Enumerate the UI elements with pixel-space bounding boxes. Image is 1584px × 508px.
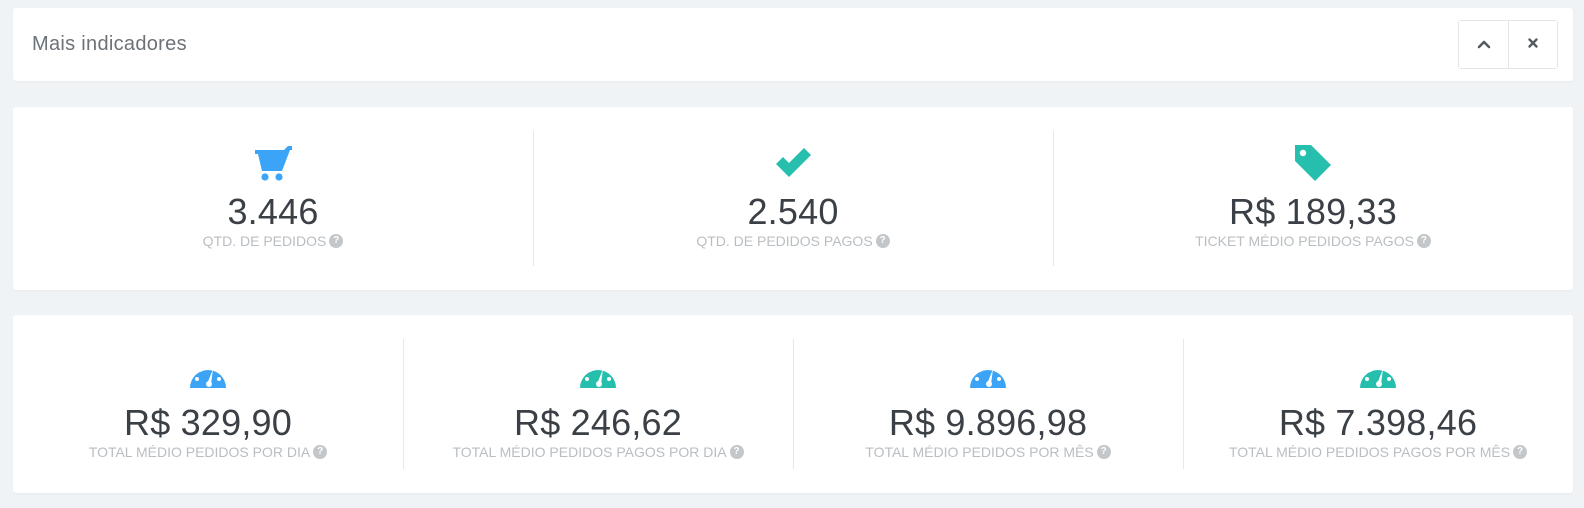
stat-label-text: TOTAL MÉDIO PEDIDOS PAGOS POR MÊS <box>1228 444 1511 460</box>
dashboard-icon <box>968 355 1008 393</box>
stat-value: 2.540 <box>747 191 839 232</box>
stat-avg-ticket: R$ 189,33 TICKET MÉDIO PEDIDOS PAGOS ? <box>1053 107 1573 290</box>
help-icon[interactable]: ? <box>1096 445 1111 459</box>
stat-value: R$ 246,62 <box>514 402 682 443</box>
stat-label-text: QTD. DE PEDIDOS PAGOS <box>696 233 873 249</box>
stat-label-text: QTD. DE PEDIDOS <box>202 233 327 249</box>
stat-label-text: TICKET MÉDIO PEDIDOS PAGOS <box>1195 233 1414 249</box>
stat-label: TICKET MÉDIO PEDIDOS PAGOS ? <box>1195 232 1431 250</box>
help-icon[interactable]: ? <box>1416 234 1431 248</box>
stat-value: R$ 189,33 <box>1229 191 1397 232</box>
stat-label: TOTAL MÉDIO PEDIDOS POR MÊS ? <box>865 443 1111 461</box>
stat-total-orders: 3.446 QTD. DE PEDIDOS ? <box>13 107 533 290</box>
averages-stats-panel: R$ 329,90 TOTAL MÉDIO PEDIDOS POR DIA ? … <box>13 315 1573 493</box>
dashboard-icon <box>1358 355 1398 393</box>
help-icon[interactable]: ? <box>1513 445 1528 459</box>
stat-value: 3.446 <box>227 191 319 232</box>
stat-label: QTD. DE PEDIDOS PAGOS ? <box>696 232 890 250</box>
stat-label-text: TOTAL MÉDIO PEDIDOS PAGOS POR DIA <box>452 444 727 460</box>
stat-avg-paid-orders-per-month: R$ 7.398,46 TOTAL MÉDIO PEDIDOS PAGOS PO… <box>1183 315 1573 493</box>
orders-stats-panel: 3.446 QTD. DE PEDIDOS ? 2.540 QTD. DE PE… <box>13 107 1573 290</box>
close-icon <box>1527 36 1539 54</box>
dashboard-icon <box>578 355 618 393</box>
help-icon[interactable]: ? <box>875 234 890 248</box>
stat-label-text: TOTAL MÉDIO PEDIDOS POR DIA <box>88 444 311 460</box>
stat-avg-paid-orders-per-day: R$ 246,62 TOTAL MÉDIO PEDIDOS PAGOS POR … <box>403 315 793 493</box>
close-button[interactable] <box>1508 21 1557 68</box>
stat-label: TOTAL MÉDIO PEDIDOS PAGOS POR DIA ? <box>452 443 744 461</box>
stat-avg-orders-per-day: R$ 329,90 TOTAL MÉDIO PEDIDOS POR DIA ? <box>13 315 403 493</box>
indicators-header-panel: Mais indicadores <box>13 8 1573 81</box>
stat-value: R$ 329,90 <box>124 402 292 443</box>
stat-label: QTD. DE PEDIDOS ? <box>203 232 344 250</box>
check-icon <box>773 144 813 182</box>
stat-paid-orders: 2.540 QTD. DE PEDIDOS PAGOS ? <box>533 107 1053 290</box>
stat-label: TOTAL MÉDIO PEDIDOS POR DIA ? <box>88 443 328 461</box>
stat-value: R$ 7.398,46 <box>1278 402 1478 443</box>
stat-avg-orders-per-month: R$ 9.896,98 TOTAL MÉDIO PEDIDOS POR MÊS … <box>793 315 1183 493</box>
help-icon[interactable]: ? <box>729 445 744 459</box>
collapse-button[interactable] <box>1459 21 1508 68</box>
tag-icon <box>1293 144 1333 182</box>
stat-label-text: TOTAL MÉDIO PEDIDOS POR MÊS <box>865 444 1094 460</box>
stat-value: R$ 9.896,98 <box>888 402 1088 443</box>
dashboard-icon <box>188 355 228 393</box>
help-icon[interactable]: ? <box>329 234 344 248</box>
panel-title: Mais indicadores <box>32 33 187 55</box>
stat-label: TOTAL MÉDIO PEDIDOS PAGOS POR MÊS ? <box>1228 443 1528 461</box>
panel-controls <box>1458 20 1558 69</box>
chevron-up-icon <box>1477 36 1491 54</box>
cart-icon <box>253 144 293 182</box>
help-icon[interactable]: ? <box>313 445 328 459</box>
